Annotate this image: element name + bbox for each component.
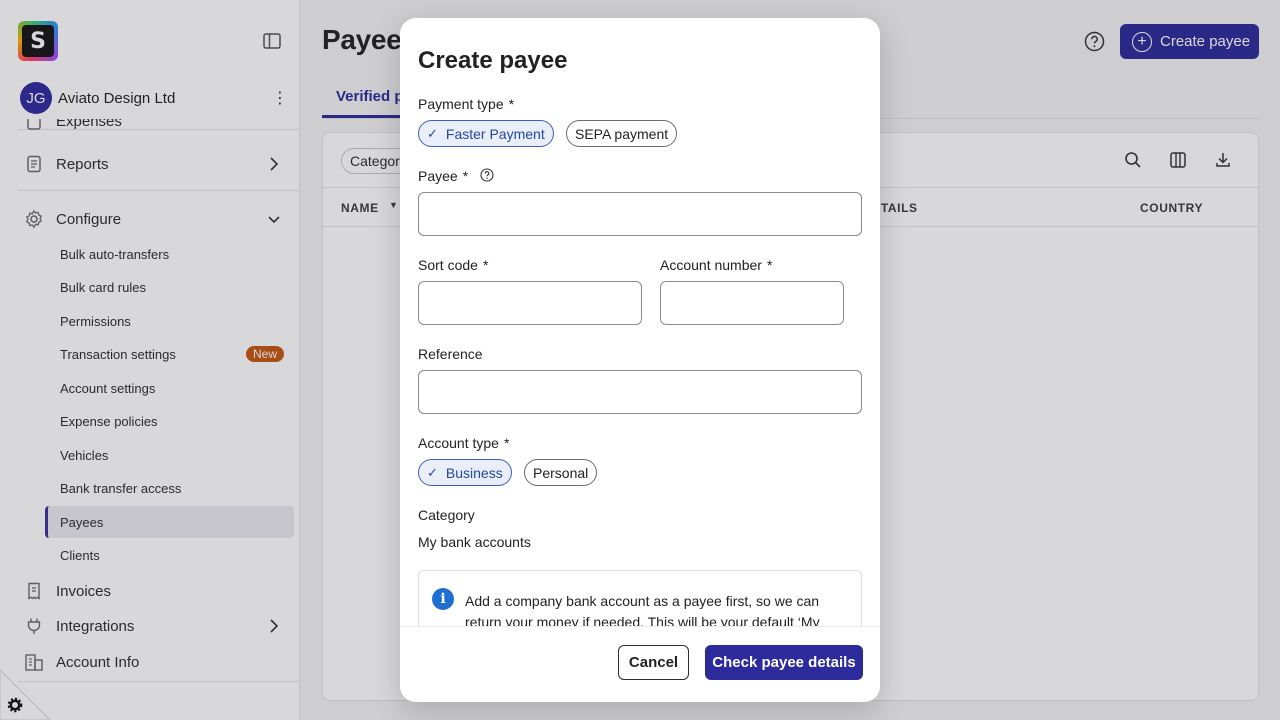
payment-type-label: Payment type * — [418, 96, 514, 112]
dialog-footer: Cancel Check payee details — [400, 626, 880, 702]
account-type-personal[interactable]: Personal — [524, 459, 598, 486]
help-icon[interactable] — [480, 168, 494, 182]
cancel-button[interactable]: Cancel — [618, 645, 689, 680]
payee-input[interactable] — [418, 192, 862, 236]
required-marker: * — [462, 168, 469, 184]
chip-label: Faster Payment — [445, 125, 545, 142]
payment-type-sepa-payment[interactable]: SEPA payment — [566, 120, 678, 147]
sort-code-label: Sort code * — [418, 257, 488, 273]
info-icon: i — [432, 588, 454, 610]
check-icon: ✓ — [427, 125, 438, 141]
required-marker: * — [766, 257, 773, 273]
label-text: Sort code — [418, 257, 478, 273]
required-marker: * — [503, 435, 510, 451]
label-text: Account type — [418, 435, 499, 451]
category-label: Category — [418, 507, 475, 523]
chip-label: Personal — [533, 464, 589, 481]
account-number-input[interactable] — [660, 281, 844, 325]
label-text: Account number — [660, 257, 762, 273]
payee-label: Payee * — [418, 168, 494, 184]
check-icon: ✓ — [427, 464, 438, 480]
check-payee-details-button[interactable]: Check payee details — [705, 645, 863, 680]
chip-label: Business — [445, 464, 503, 481]
required-marker: * — [482, 257, 489, 273]
reference-label: Reference — [418, 346, 483, 362]
required-marker: * — [508, 96, 515, 112]
dialog-title: Create payee — [418, 47, 568, 74]
label-text: Payee — [418, 168, 458, 184]
label-text: Payment type — [418, 96, 504, 112]
create-payee-dialog: Create payee Payment type * ✓ Faster Paym… — [400, 18, 880, 702]
sort-code-input[interactable] — [418, 281, 642, 325]
chip-label: SEPA payment — [575, 125, 669, 142]
payment-type-faster-payment[interactable]: ✓ Faster Payment — [418, 120, 554, 147]
account-type-label: Account type * — [418, 435, 509, 451]
account-number-label: Account number * — [660, 257, 772, 273]
category-value: My bank accounts — [418, 534, 531, 550]
account-type-business[interactable]: ✓ Business — [418, 459, 512, 486]
reference-input[interactable] — [418, 370, 862, 414]
